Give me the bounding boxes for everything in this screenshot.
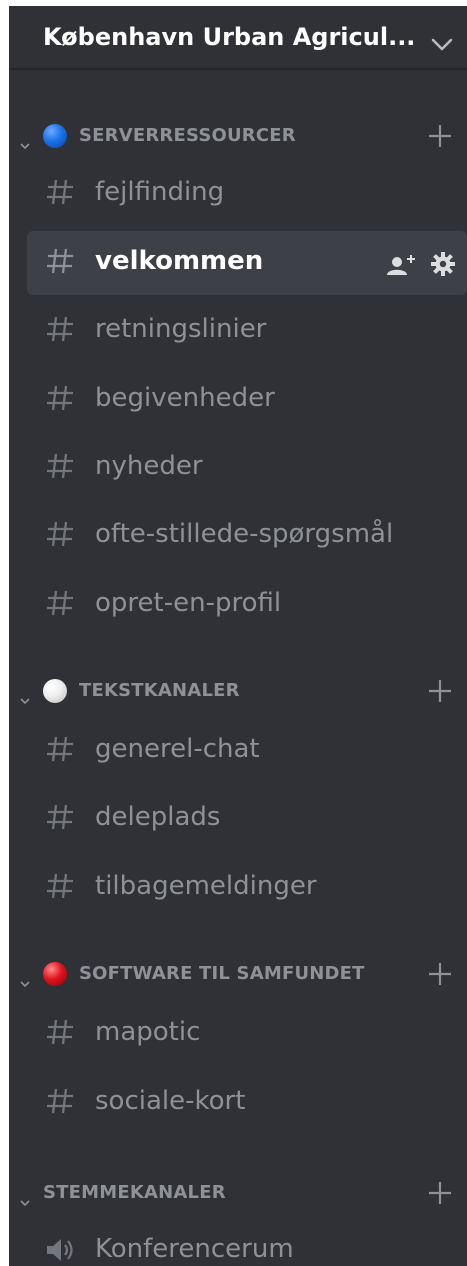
channel-mapotic[interactable]: mapotic — [27, 1002, 467, 1066]
gear-icon[interactable] — [431, 252, 455, 283]
hashtag-icon — [45, 246, 75, 283]
add-channel-icon[interactable] — [427, 123, 453, 154]
channel-nyheder[interactable]: nyheder — [27, 436, 467, 500]
add-channel-icon[interactable] — [427, 1180, 453, 1211]
hashtag-icon — [45, 1086, 75, 1123]
white-circle-icon — [43, 679, 67, 703]
category-label: TEKSTKANALER — [79, 680, 240, 701]
hashtag-icon — [45, 802, 75, 839]
caret-down-icon — [20, 972, 30, 993]
blue-circle-icon — [43, 124, 67, 148]
channel-name: mapotic — [95, 1017, 201, 1047]
category-stemmekanaler[interactable]: STEMMEKANALER — [9, 1178, 467, 1210]
channel-name: retningslinier — [95, 314, 267, 344]
category-software-til-samfundet[interactable]: SOFTWARE TIL SAMFUNDET — [9, 959, 467, 991]
category-label: SERVERRESSOURCER — [79, 125, 296, 146]
channel-retningslinier[interactable]: retningslinier — [27, 299, 467, 363]
hashtag-icon — [45, 314, 75, 351]
channel-generel-chat[interactable]: generel-chat — [27, 719, 467, 783]
server-header[interactable]: København Urban Agricul... — [9, 6, 467, 69]
red-circle-icon — [43, 962, 67, 986]
channel-velkommen[interactable]: velkommen — [27, 231, 467, 295]
hashtag-icon — [45, 734, 75, 771]
channel-name: sociale-kort — [95, 1086, 246, 1116]
server-name: København Urban Agricul... — [43, 23, 416, 51]
channel-sidebar: København Urban Agricul... SERVERRESSOUR… — [9, 6, 467, 1266]
hashtag-icon — [45, 177, 75, 214]
channel-fejlfinding[interactable]: fejlfinding — [27, 162, 467, 226]
channel-name: nyheder — [95, 451, 203, 481]
channel-name: begivenheder — [95, 383, 275, 413]
hashtag-icon — [45, 451, 75, 488]
channel-name: tilbagemeldinger — [95, 871, 317, 901]
hashtag-icon — [45, 1017, 75, 1054]
channel-name: fejlfinding — [95, 177, 225, 207]
speaker-icon — [45, 1237, 77, 1266]
add-channel-icon[interactable] — [427, 678, 453, 709]
category-label: STEMMEKANALER — [43, 1182, 226, 1203]
channel-name: Konferencerum — [95, 1234, 294, 1264]
channel-opret-en-profil[interactable]: opret-en-profil — [27, 573, 467, 637]
channel-actions — [386, 252, 455, 283]
channel-name: opret-en-profil — [95, 588, 282, 618]
category-serverressourcer[interactable]: SERVERRESSOURCER — [9, 121, 467, 153]
channel-name: deleplads — [95, 802, 221, 832]
category-label: SOFTWARE TIL SAMFUNDET — [79, 963, 365, 984]
channel-tilbagemeldinger[interactable]: tilbagemeldinger — [27, 856, 467, 920]
invite-icon[interactable] — [386, 253, 425, 283]
channel-ofte-stillede-spoergsmaal[interactable]: ofte-stillede-spørgsmål — [27, 504, 467, 568]
caret-down-icon — [20, 134, 30, 155]
hashtag-icon — [45, 383, 75, 420]
voice-channel-konferencerum[interactable]: Konferencerum — [27, 1219, 467, 1266]
channel-deleplads[interactable]: deleplads — [27, 787, 467, 851]
channel-sociale-kort[interactable]: sociale-kort — [27, 1071, 467, 1135]
caret-down-icon — [20, 1191, 30, 1212]
hashtag-icon — [45, 519, 75, 556]
add-channel-icon[interactable] — [427, 961, 453, 992]
hashtag-icon — [45, 871, 75, 908]
category-tekstkanaler[interactable]: TEKSTKANALER — [9, 676, 467, 708]
channel-name: ofte-stillede-spørgsmål — [95, 519, 394, 549]
chevron-down-icon[interactable] — [431, 30, 453, 58]
caret-down-icon — [20, 689, 30, 710]
channel-name: generel-chat — [95, 734, 260, 764]
channel-begivenheder[interactable]: begivenheder — [27, 368, 467, 432]
channel-name: velkommen — [95, 246, 264, 276]
hashtag-icon — [45, 588, 75, 625]
